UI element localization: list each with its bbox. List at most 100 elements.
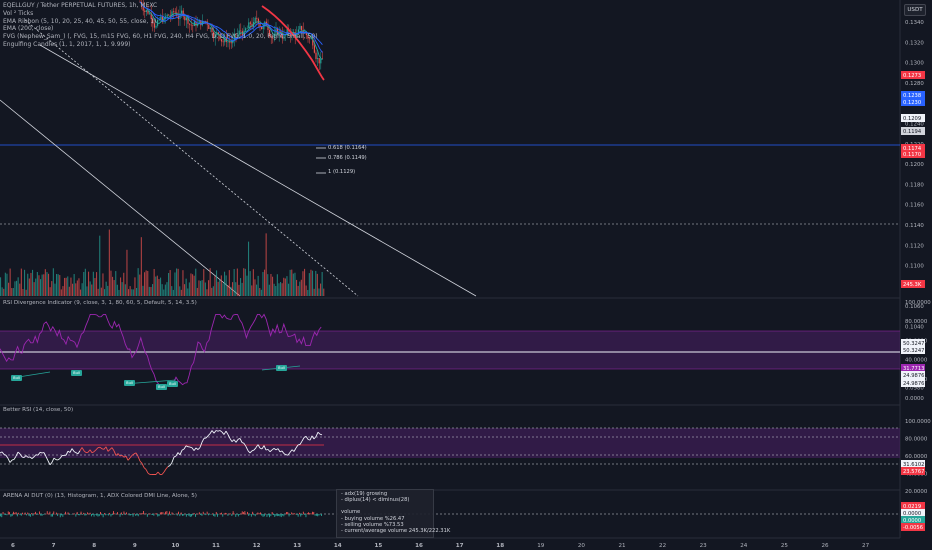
arena-title[interactable]: ARENA AI DUT (0) (13, Histogram, 1, ADX …: [3, 493, 197, 499]
arena-histogram-bar: [222, 514, 224, 517]
arena-histogram-bar: [300, 514, 302, 517]
better-rsi-line: [97, 446, 101, 449]
volume-bar: [206, 289, 208, 296]
arena-histogram-bar: [282, 514, 283, 516]
bull-signal: Bull: [156, 384, 167, 390]
arena-histogram-bar: [122, 514, 124, 516]
legend-engulfing[interactable]: Engulfing Candles (1, 1, 2017, 1, 1, 9.9…: [3, 41, 318, 49]
volume-bar: [225, 275, 227, 296]
volume-bar: [172, 289, 174, 296]
volume-bar: [268, 284, 270, 296]
volume-bar: [164, 284, 166, 296]
symbol-title[interactable]: EQELLGUY / Tether PERPETUAL FUTURES, 1h,…: [3, 2, 318, 10]
volume-bar: [48, 273, 50, 296]
volume-bar: [216, 270, 218, 296]
fib-level-618[interactable]: 0.618 (0.1164): [328, 145, 367, 151]
volume-bar: [272, 276, 274, 296]
volume-bar: [230, 286, 232, 296]
arena-histogram-bar: [117, 512, 118, 515]
volume-bar: [43, 274, 45, 296]
price-tick-label: 0.1040: [905, 325, 924, 331]
arena-histogram-bar: [76, 511, 78, 515]
arena-histogram-bar: [204, 514, 205, 515]
arena-histogram-bar: [253, 514, 255, 516]
time-axis-label: 17: [456, 543, 464, 549]
arena-histogram-bar: [257, 512, 259, 515]
volume-bar: [241, 282, 243, 296]
volume-bar: [262, 272, 264, 296]
indicator-legend: EQELLGUY / Tether PERPETUAL FUTURES, 1h,…: [3, 2, 318, 49]
volume-bar: [83, 271, 85, 296]
volume-bar: [171, 286, 173, 296]
volume-bar: [310, 269, 312, 296]
legend-ema-200[interactable]: EMA (200, close): [3, 25, 318, 33]
arena-histogram-bar: [9, 512, 10, 515]
volume-bar: [57, 274, 59, 296]
volume-bar: [316, 273, 318, 296]
arena-histogram-bar: [162, 512, 164, 515]
volume-bar: [214, 276, 216, 296]
arena-histogram-bar: [241, 511, 243, 515]
arena-histogram-bar: [10, 514, 12, 517]
volume-bar: [252, 269, 254, 296]
legend-volume[interactable]: Vol ² Ticks: [3, 10, 318, 18]
time-axis-label: 16: [415, 543, 423, 549]
price-tick-label: 0.1320: [905, 40, 924, 46]
legend-fvg[interactable]: FVG (Nephew_Sam_) (, FVG, 15, m15 FVG, 6…: [3, 33, 318, 41]
volume-bar: [75, 283, 77, 296]
arena-histogram-bar: [111, 514, 113, 516]
volume-bar: [286, 276, 288, 296]
arena-histogram-bar: [78, 514, 79, 516]
arena-histogram-bar: [55, 512, 57, 515]
volume-bar: [235, 282, 237, 296]
chart-canvas[interactable]: 0.13400.13200.13000.12800.12600.12400.12…: [0, 0, 932, 550]
volume-bar: [156, 275, 158, 296]
volume-bar: [160, 277, 162, 296]
volume-bar: [16, 280, 18, 296]
fib-level-1[interactable]: 1 (0.1129): [328, 169, 355, 175]
arena-histogram-bar: [287, 511, 289, 515]
volume-bar: [118, 289, 120, 296]
volume-bar: [145, 270, 147, 296]
arena-histogram-bar: [167, 514, 169, 516]
price-tick-label: 0.1100: [905, 264, 924, 270]
arena-histogram-bar: [139, 513, 140, 515]
arena-histogram-bar: [182, 514, 183, 516]
volume-bar: [59, 275, 61, 296]
currency-button[interactable]: USDT: [904, 4, 926, 16]
legend-ema-ribbon[interactable]: EMA Ribbon (5, 10, 20, 25, 40, 45, 50, 5…: [3, 18, 318, 26]
volume-bar: [200, 280, 202, 296]
arena-histogram-bar: [205, 514, 207, 516]
arena-histogram-bar: [240, 513, 242, 515]
arena-histogram-bar: [248, 514, 250, 517]
arena-histogram-bar: [156, 513, 157, 515]
time-axis-label: 20: [578, 543, 586, 549]
arena-histogram-bar: [252, 511, 254, 515]
rsi-divergence-title[interactable]: RSI Divergence Indicator (9, close, 3, 1…: [3, 300, 197, 306]
price-badge-label: 0.1273: [903, 73, 921, 79]
volume-bar: [244, 268, 246, 296]
bull-signal: Bull: [167, 381, 178, 387]
arena-histogram-bar: [81, 514, 83, 515]
volume-bar: [209, 268, 211, 296]
volume-bar: [86, 286, 88, 296]
volume-bar: [27, 273, 29, 296]
time-axis-label: 19: [537, 543, 545, 549]
volume-bar: [264, 269, 266, 296]
arena-histogram-bar: [304, 514, 306, 515]
volume-bar: [49, 287, 51, 296]
arena-histogram-bar: [275, 514, 277, 516]
better-rsi-title[interactable]: Better RSI (14, close, 50): [3, 407, 73, 413]
arena-histogram-bar: [243, 512, 244, 515]
arena-histogram-bar: [211, 513, 213, 515]
fib-level-786[interactable]: 0.786 (0.1149): [328, 155, 367, 161]
volume-bar: [155, 276, 157, 296]
volume-bar: [227, 285, 229, 296]
volume-bar: [142, 285, 144, 296]
volume-bar: [94, 278, 96, 296]
volume-bar: [107, 285, 109, 296]
arena-histogram-bar: [79, 514, 81, 516]
volume-bar: [121, 282, 123, 296]
arena-histogram-bar: [189, 514, 191, 517]
chart-window[interactable]: 0.13400.13200.13000.12800.12600.12400.12…: [0, 0, 932, 550]
